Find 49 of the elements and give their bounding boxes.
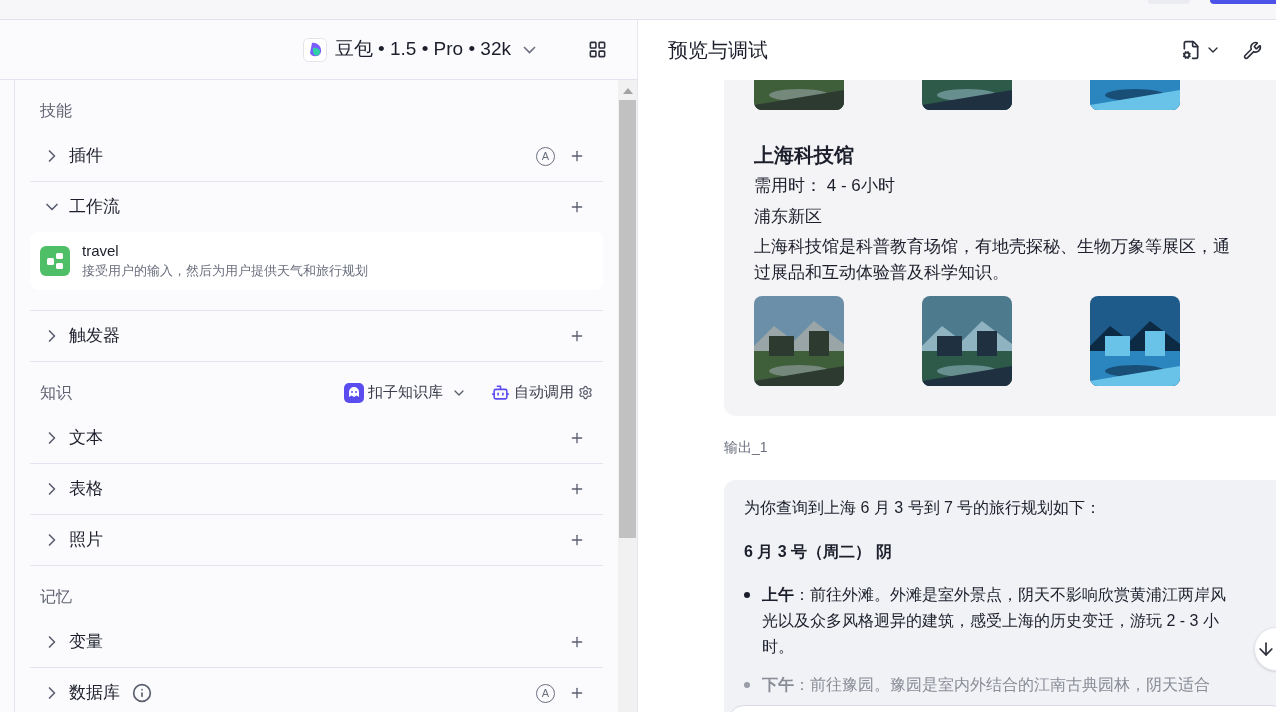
plan-item: 下午：前往豫园。豫园是室内外结合的江南古典园林，阴天适合: [762, 675, 1210, 695]
auto-call-button[interactable]: 自动调用: [491, 381, 574, 404]
wrench-icon[interactable]: [1243, 40, 1262, 60]
settings-icon[interactable]: [578, 385, 593, 400]
message-text: 为你查询到上海 6 月 3 号到 7 号的旅行规划如下：: [744, 498, 1103, 518]
section-label: 插件: [69, 145, 103, 168]
workflow-name: travel: [82, 241, 120, 261]
chevron-down-icon: [523, 45, 536, 54]
section-label: 表格: [69, 478, 103, 501]
knowledge-source-dropdown[interactable]: 扣子知识库: [344, 381, 467, 404]
section-label: 数据库: [69, 682, 120, 705]
scrollbar-thumb[interactable]: [619, 100, 636, 538]
plan-item: 上午：前往外滩。外滩是室外景点，阴天不影响欣赏黄浦江两岸风光以及众多风格迥异的建筑，感受上海的历史变迁，游玩 2 - 3 小时。: [762, 585, 1227, 657]
category-title: 知识: [40, 382, 72, 403]
workflow-icon: [40, 246, 70, 276]
add-icon[interactable]: [569, 148, 585, 164]
add-icon[interactable]: [569, 634, 585, 650]
scrollbar-track[interactable]: [618, 80, 637, 712]
section-label: 变量: [69, 631, 103, 654]
add-icon[interactable]: [569, 685, 585, 701]
attraction-district: 浦东新区: [754, 205, 823, 228]
section-label: 触发器: [69, 325, 120, 348]
panel-title: 预览与调试: [668, 38, 768, 63]
workflow-card[interactable]: travel 接受用户的输入，然后为用户提供天气和旅行规划: [30, 232, 603, 290]
section-label: 工作流: [69, 196, 120, 219]
add-icon[interactable]: [569, 532, 585, 548]
info-icon[interactable]: [132, 683, 152, 703]
day-heading: 6 月 3 号（周二） 阴: [744, 542, 893, 562]
add-icon[interactable]: [569, 430, 585, 446]
attraction-name: 上海科技馆: [754, 143, 855, 168]
section-label: 照片: [69, 529, 103, 552]
add-icon[interactable]: [569, 481, 585, 497]
robot-icon: [491, 383, 510, 402]
model-logo-icon: [302, 37, 327, 62]
category-title: 记忆: [40, 586, 72, 607]
section-label: 文本: [69, 427, 103, 450]
knowledge-base-icon: [344, 382, 364, 403]
model-selector[interactable]: 豆包 • 1.5 • Pro • 32k: [302, 35, 536, 64]
add-icon[interactable]: [569, 328, 585, 344]
document-gear-icon: [1181, 40, 1201, 60]
category-title: 技能: [40, 100, 72, 121]
bullet-icon: [744, 592, 750, 598]
workflow-description: 接受用户的输入，然后为用户提供天气和旅行规划: [82, 262, 368, 280]
output-label: 输出_1: [724, 438, 769, 457]
attraction-description: 上海科技馆是科普教育场馆，有地壳探秘、生物万象等展区，通过展品和互动体验普及科学知识。: [754, 236, 1231, 284]
add-icon[interactable]: [569, 199, 585, 215]
grid-icon[interactable]: [588, 40, 607, 59]
attraction-duration: 需用时： 4 - 6小时: [754, 175, 896, 197]
bullet-icon: [744, 682, 750, 688]
